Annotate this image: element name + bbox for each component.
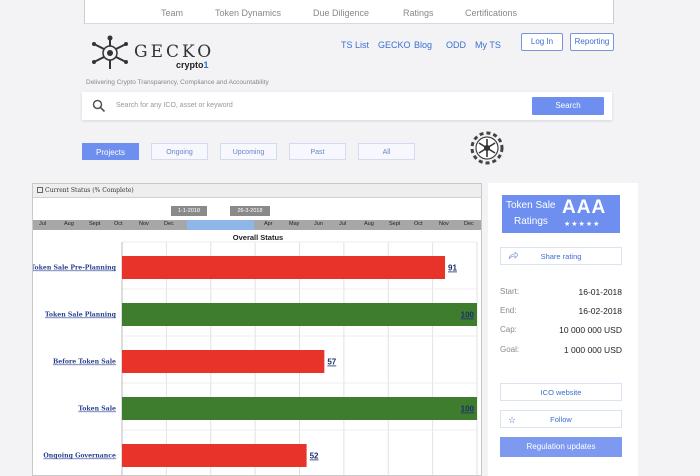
category-label[interactable]: Before Token Sale bbox=[53, 359, 116, 366]
login-button[interactable]: Log In bbox=[521, 33, 563, 51]
gecko-logo-icon[interactable] bbox=[88, 34, 132, 72]
share-rating-button[interactable]: Share rating bbox=[500, 247, 622, 265]
tab-certifications[interactable]: Certifications bbox=[465, 8, 517, 18]
category-label[interactable]: Token Sale Planning bbox=[45, 312, 117, 319]
nav-odd[interactable]: ODD bbox=[446, 40, 466, 50]
tab-team[interactable]: Team bbox=[161, 8, 183, 18]
nav-gecko[interactable]: GECKO bbox=[378, 40, 411, 50]
cap-label: Cap: bbox=[500, 325, 517, 334]
status-bar-chart: Token Sale Pre-Planning 91 Token Sale Plan… bbox=[33, 241, 478, 475]
end-label: End: bbox=[500, 306, 517, 315]
brand-name: GECKO bbox=[134, 42, 215, 62]
start-value: 16-01-2018 bbox=[578, 287, 622, 297]
search-icon bbox=[92, 99, 106, 113]
bar-5[interactable] bbox=[122, 444, 307, 467]
goal-label: Goal: bbox=[500, 345, 520, 354]
brand-tagline: Delivering Crypto Transparency, Complian… bbox=[86, 79, 269, 86]
category-label[interactable]: Ongoing Governance bbox=[43, 453, 116, 460]
brand-sub-suffix: 1 bbox=[203, 60, 209, 70]
filter-projects[interactable]: Projects bbox=[82, 143, 139, 160]
end-value: 16-02-2018 bbox=[578, 306, 622, 316]
regulation-updates-button[interactable]: Regulation updates bbox=[500, 437, 622, 457]
bar-value-label[interactable]: 100 bbox=[461, 311, 475, 320]
nav-blog[interactable]: Blog bbox=[414, 40, 432, 50]
rating-box: Token Sale Ratings AAA ★★★★★ bbox=[502, 195, 620, 233]
follow-button[interactable]: Follow bbox=[500, 410, 622, 428]
tab-token-dynamics[interactable]: Token Dynamics bbox=[215, 8, 281, 18]
bar-3[interactable] bbox=[122, 350, 325, 373]
search-button[interactable]: Search bbox=[532, 97, 604, 115]
search-bar: Search for any ICO, asset or keyword Sea… bbox=[82, 92, 612, 120]
brand-sub: crypto1 bbox=[176, 60, 209, 70]
bar-value-label[interactable]: 91 bbox=[448, 264, 457, 273]
nav-my-ts[interactable]: My TS bbox=[475, 40, 501, 50]
rating-stars: ★★★★★ bbox=[564, 221, 601, 228]
tab-ratings[interactable]: Ratings bbox=[403, 8, 434, 18]
start-label: Start: bbox=[500, 287, 520, 296]
rating-label-1: Token Sale bbox=[506, 200, 556, 211]
brand-sub-prefix: crypto bbox=[176, 60, 204, 70]
filter-ongoing[interactable]: Ongoing bbox=[151, 143, 208, 160]
category-label[interactable]: Token Sale Pre-Planning bbox=[33, 265, 117, 272]
bar-1[interactable] bbox=[122, 256, 446, 279]
nav-ts-list[interactable]: TS List bbox=[341, 40, 369, 50]
filter-all[interactable]: All bbox=[358, 143, 415, 160]
reporting-button[interactable]: Reporting bbox=[570, 33, 614, 51]
tab-due-diligence[interactable]: Due Diligence bbox=[313, 8, 369, 18]
filter-upcoming[interactable]: Upcoming bbox=[220, 143, 277, 160]
bar-4[interactable] bbox=[122, 397, 477, 420]
gear-logo-icon bbox=[470, 131, 504, 165]
bar-value-label[interactable]: 57 bbox=[327, 358, 336, 367]
cap-value: 10 000 000 USD bbox=[559, 325, 622, 335]
bar-value-label[interactable]: 52 bbox=[310, 452, 319, 461]
ico-website-button[interactable]: ICO website bbox=[500, 383, 622, 401]
filter-past[interactable]: Past bbox=[289, 143, 346, 160]
bar-2[interactable] bbox=[122, 303, 477, 326]
search-input[interactable]: Search for any ICO, asset or keyword bbox=[116, 102, 233, 109]
star-icon: ☆ bbox=[508, 415, 517, 425]
rating-value: AAA bbox=[562, 197, 607, 218]
status-chart-panel: Current Status (% Complete) 1-1-2018 26-… bbox=[32, 183, 482, 476]
page: Team Token Dynamics Due Diligence Rating… bbox=[0, 0, 700, 476]
project-tab-strip: Team Token Dynamics Due Diligence Rating… bbox=[84, 0, 614, 24]
goal-value: 1 000 000 USD bbox=[563, 345, 622, 355]
category-label[interactable]: Token Sale bbox=[78, 406, 116, 413]
rating-label-2: Ratings bbox=[514, 216, 548, 227]
bar-value-label[interactable]: 100 bbox=[461, 405, 475, 414]
share-icon bbox=[508, 252, 518, 260]
